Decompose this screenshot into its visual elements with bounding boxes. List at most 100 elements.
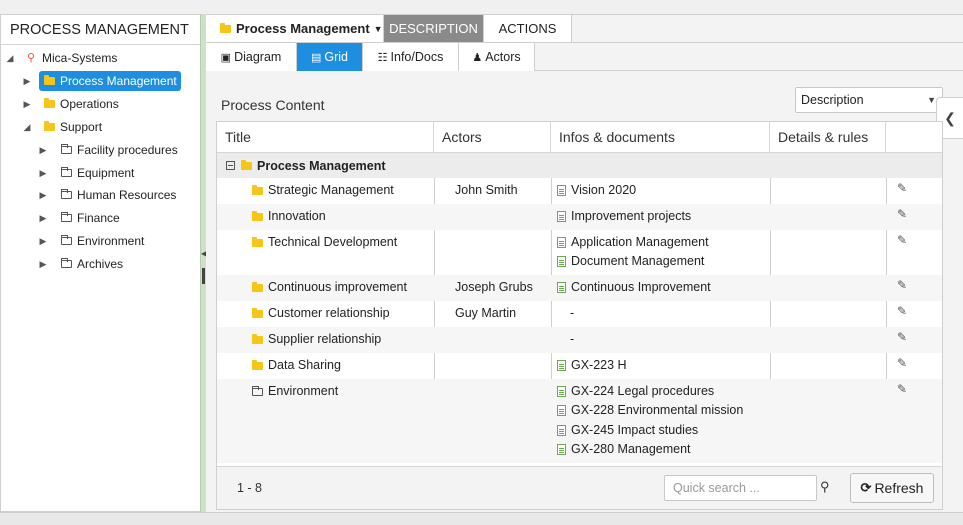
edit-pencil-icon[interactable]: ✎ bbox=[897, 330, 907, 344]
row-infos-empty: - bbox=[570, 332, 575, 346]
info-link[interactable]: GX-245 Impact studies bbox=[557, 421, 743, 440]
row-title[interactable]: Technical Development bbox=[252, 233, 397, 252]
table-row[interactable]: Strategic Management John Smith Vision 2… bbox=[217, 178, 942, 204]
breadcrumb-dropdown[interactable]: Process Management ▼ bbox=[206, 15, 384, 42]
table-row[interactable]: Environment GX-224 Legal procedures GX-2… bbox=[217, 379, 942, 463]
tree-item-operations[interactable]: ▶ Operations bbox=[1, 94, 200, 114]
subtab-actors[interactable]: ♟ Actors bbox=[459, 43, 535, 71]
column-header-details[interactable]: Details & rules bbox=[770, 122, 886, 152]
folder-icon bbox=[241, 159, 252, 170]
document-icon bbox=[557, 211, 566, 223]
table-row[interactable]: Innovation Improvement projects ✎ bbox=[217, 204, 942, 230]
tree-node[interactable]: Human Resources bbox=[61, 185, 180, 205]
row-title[interactable]: Innovation bbox=[252, 207, 326, 226]
tree-item-label: Human Resources bbox=[77, 188, 177, 202]
tree-item-facility-procedures[interactable]: ▶ Facility procedures bbox=[1, 140, 200, 160]
info-link[interactable]: GX-223 H bbox=[557, 356, 627, 375]
expanded-icon[interactable]: ◢ bbox=[5, 48, 15, 68]
table-row[interactable]: Data Sharing GX-223 H ✎ bbox=[217, 353, 942, 379]
collapsed-icon[interactable]: ▶ bbox=[38, 140, 48, 160]
subtab-diagram[interactable]: ▣ Diagram bbox=[206, 43, 297, 71]
tree-item-finance[interactable]: ▶ Finance bbox=[1, 208, 200, 228]
row-title[interactable]: Environment bbox=[252, 382, 338, 401]
document-icon bbox=[557, 386, 566, 398]
document-icon bbox=[557, 237, 566, 249]
document-icon bbox=[557, 360, 566, 372]
column-header-infos[interactable]: Infos & documents bbox=[551, 122, 770, 152]
collapsed-icon[interactable]: ▶ bbox=[38, 254, 48, 274]
tree-node[interactable]: Environment bbox=[61, 231, 148, 251]
tree-node-selected[interactable]: Process Management bbox=[39, 71, 181, 91]
collapsed-icon[interactable]: ▶ bbox=[38, 208, 48, 228]
tree-item-label: Support bbox=[60, 120, 103, 134]
tab-description[interactable]: DESCRIPTION bbox=[384, 15, 484, 42]
collapsed-icon[interactable]: ▶ bbox=[38, 231, 48, 251]
row-title[interactable]: Continuous improvement bbox=[252, 278, 407, 297]
tree-item-process-management[interactable]: ▶ Process Management bbox=[1, 71, 200, 91]
expanded-icon[interactable]: ◢ bbox=[22, 117, 32, 137]
tab-actions[interactable]: ACTIONS bbox=[484, 15, 572, 42]
info-label: GX-280 Management bbox=[571, 442, 691, 457]
info-link[interactable]: GX-228 Environmental mission bbox=[557, 401, 743, 420]
tree-item-mica-systems[interactable]: ◢ ⚲ Mica-Systems bbox=[1, 48, 200, 68]
tree-node[interactable]: Facility procedures bbox=[61, 140, 182, 160]
folder-icon bbox=[252, 184, 263, 195]
collapsed-icon[interactable]: ▶ bbox=[22, 94, 32, 114]
document-icon: ☷ bbox=[377, 51, 388, 64]
table-row[interactable]: Technical Development Application Manage… bbox=[217, 230, 942, 275]
column-header-title[interactable]: Title bbox=[217, 122, 434, 152]
splitter-grip-icon[interactable] bbox=[202, 268, 205, 284]
tree-item-human-resources[interactable]: ▶ Human Resources bbox=[1, 185, 200, 205]
info-link[interactable]: Improvement projects bbox=[557, 207, 691, 226]
tree-node[interactable]: Equipment bbox=[61, 163, 138, 183]
collapsed-icon[interactable]: ▶ bbox=[38, 163, 48, 183]
subtab-label: Grid bbox=[324, 50, 349, 64]
tree-node[interactable]: Support bbox=[44, 117, 106, 137]
tree-node[interactable]: Finance bbox=[61, 208, 124, 228]
subtab-info-docs[interactable]: ☷ Info/Docs bbox=[363, 43, 459, 71]
edit-pencil-icon[interactable]: ✎ bbox=[897, 304, 907, 318]
view-select[interactable]: Description ▼ bbox=[795, 87, 943, 113]
tree-item-archives[interactable]: ▶ Archives bbox=[1, 254, 200, 274]
table-row[interactable]: Supplier relationship - ✎ bbox=[217, 327, 942, 353]
info-link[interactable]: Vision 2020 bbox=[557, 181, 636, 200]
edit-pencil-icon[interactable]: ✎ bbox=[897, 382, 907, 396]
image-icon: ▣ bbox=[220, 51, 232, 64]
refresh-button[interactable]: ⟳ Refresh bbox=[850, 473, 934, 503]
info-link[interactable]: Continuous Improvement bbox=[557, 278, 711, 297]
row-title-label: Customer relationship bbox=[268, 306, 390, 320]
search-icon[interactable]: ⚲ bbox=[820, 479, 830, 495]
folder-icon bbox=[252, 333, 263, 344]
tree-node[interactable]: Operations bbox=[44, 94, 123, 114]
tree-item-environment[interactable]: ▶ Environment bbox=[1, 231, 200, 251]
tree-item-equipment[interactable]: ▶ Equipment bbox=[1, 163, 200, 183]
info-link[interactable]: Document Management bbox=[557, 252, 709, 271]
row-title[interactable]: Data Sharing bbox=[252, 356, 341, 375]
column-header-actors[interactable]: Actors bbox=[434, 122, 551, 152]
table-row[interactable]: Customer relationship Guy Martin - ✎ bbox=[217, 301, 942, 327]
row-title[interactable]: Strategic Management bbox=[252, 181, 394, 200]
info-link[interactable]: GX-280 Management bbox=[557, 440, 743, 459]
row-title[interactable]: Supplier relationship bbox=[252, 330, 381, 349]
collapsed-icon[interactable]: ▶ bbox=[38, 185, 48, 205]
folder-outline-icon bbox=[61, 258, 72, 268]
table-row[interactable]: Continuous improvement Joseph Grubs Cont… bbox=[217, 275, 942, 301]
tree-item-label: Archives bbox=[77, 257, 124, 271]
edit-pencil-icon[interactable]: ✎ bbox=[897, 278, 907, 292]
subtab-grid[interactable]: ▤ Grid bbox=[297, 43, 363, 71]
row-title[interactable]: Customer relationship bbox=[252, 304, 390, 323]
edit-pencil-icon[interactable]: ✎ bbox=[897, 181, 907, 195]
collapse-group-icon[interactable] bbox=[226, 161, 235, 170]
info-link[interactable]: GX-224 Legal procedures bbox=[557, 382, 743, 401]
edit-pencil-icon[interactable]: ✎ bbox=[897, 233, 907, 247]
collapsed-icon[interactable]: ▶ bbox=[22, 71, 32, 91]
info-link[interactable]: Application Management bbox=[557, 233, 709, 252]
edit-pencil-icon[interactable]: ✎ bbox=[897, 207, 907, 221]
group-row[interactable]: Process Management bbox=[217, 153, 942, 178]
quick-search-input[interactable] bbox=[664, 475, 817, 501]
info-label: GX-223 H bbox=[571, 358, 627, 373]
tree-item-support[interactable]: ◢ Support bbox=[1, 117, 200, 137]
tree-node[interactable]: ⚲ Mica-Systems bbox=[27, 48, 121, 68]
edit-pencil-icon[interactable]: ✎ bbox=[897, 356, 907, 370]
tree-node[interactable]: Archives bbox=[61, 254, 127, 274]
